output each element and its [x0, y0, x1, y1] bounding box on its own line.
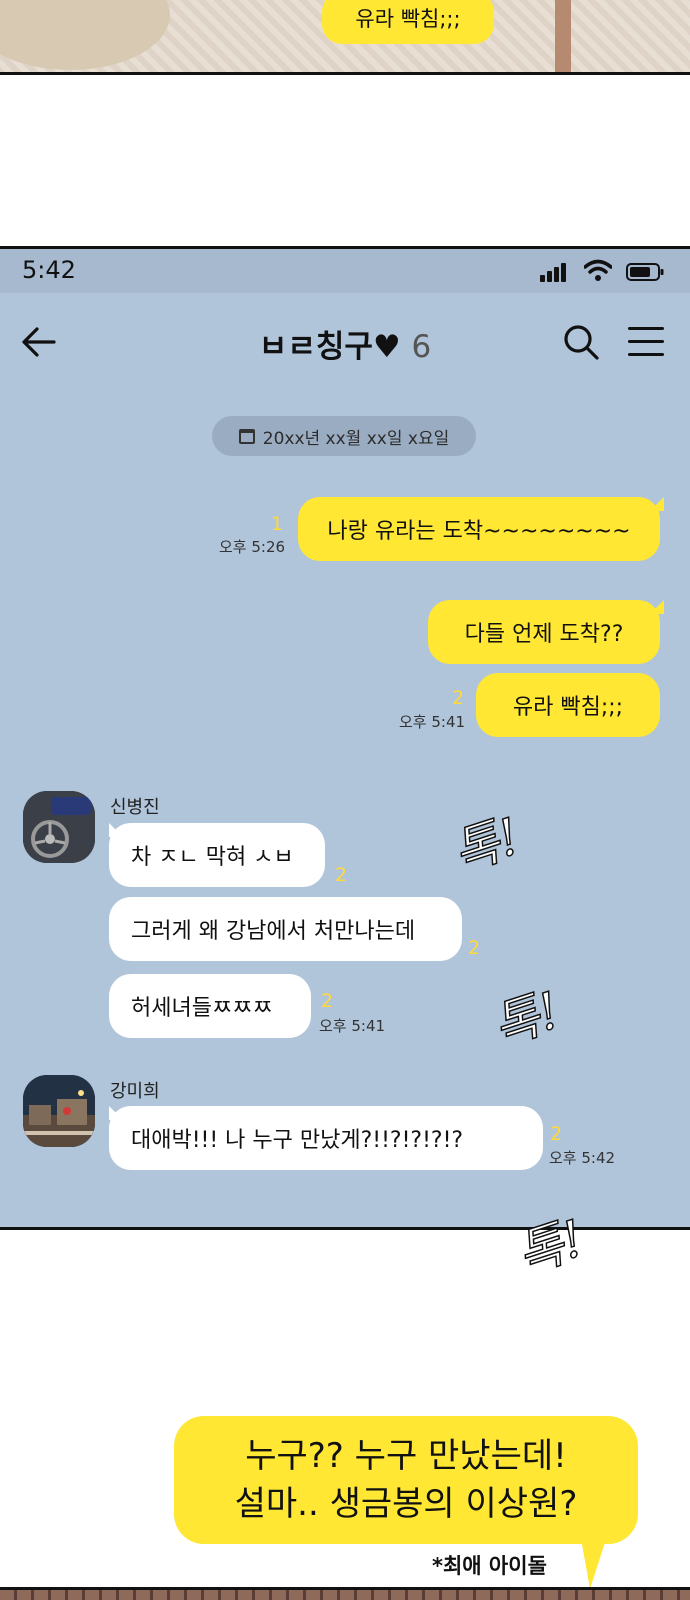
status-bar: 5:42: [0, 249, 690, 293]
car-dashboard-image: [23, 791, 95, 863]
wifi-icon: [584, 259, 612, 281]
my-message-bubble[interactable]: 나랑 유라는 도착~~~~~~~~: [298, 497, 660, 561]
calendar-icon: [238, 428, 255, 444]
battery-icon: [626, 263, 664, 281]
sound-effect: 톡!: [445, 806, 527, 883]
received-message-bubble[interactable]: 그러게 왜 강남에서 처만나는데: [109, 897, 462, 961]
chat-header: ㅂㄹ칭구♥ 6: [0, 293, 690, 393]
received-message-bubble[interactable]: 대애박!!! 나 누구 만났게?!!?!?!?!?: [109, 1106, 543, 1170]
narration-line-2: 설마.. 생금봉의 이상원?: [234, 1484, 578, 1524]
furniture-leg: [555, 0, 571, 72]
received-message-bubble[interactable]: 차 ㅈㄴ 막혀 ㅅㅂ: [109, 823, 325, 887]
bubble-tail: [109, 1106, 123, 1120]
unread-count: 2: [468, 937, 481, 959]
sender-name: 강미희: [110, 1081, 160, 1102]
menu-icon[interactable]: [628, 327, 664, 357]
unread-count: 1: [271, 513, 284, 535]
message-time: 오후 5:41: [319, 1017, 386, 1035]
unread-count: 2: [335, 864, 348, 886]
unread-count: 2: [550, 1123, 563, 1145]
bubble-tail: [650, 600, 664, 614]
narration-bubble: 누구?? 누구 만났는데! 설마.. 생금봉의 이상원?: [174, 1416, 638, 1544]
received-message-bubble[interactable]: 허세녀들ㅉㅉㅉ: [109, 974, 311, 1038]
avatar-sender-1[interactable]: [23, 791, 95, 863]
bottom-comic-panel: 톡! 누구?? 누구 만났는데! 설마.. 생금봉의 이상원? *최애 아이돌: [0, 1208, 690, 1600]
my-message-bubble[interactable]: 다들 언제 도착??: [428, 600, 660, 664]
my-message-bubble[interactable]: 유라 빡침;;;: [476, 673, 660, 737]
member-count: 6: [411, 329, 432, 365]
top-comic-panel: 유라 빡침;;;: [0, 0, 690, 75]
search-icon[interactable]: [562, 323, 600, 361]
top-speech-bubble: 유라 빡침;;;: [322, 0, 494, 44]
chat-room-name: ㅂㄹ칭구♥: [258, 329, 401, 365]
narration-line-1: 누구?? 누구 만났는데!: [245, 1436, 567, 1476]
footnote: *최애 아이돌: [432, 1554, 547, 1578]
avatar-sender-2[interactable]: [23, 1075, 95, 1147]
date-text: 20xx년 xx월 xx일 x요일: [262, 428, 450, 449]
chat-screen: 5:42 ㅂㄹ칭구♥ 6 20xx년 xx월 xx일 x요일 1 오후 5:26…: [0, 246, 690, 1230]
message-time: 오후 5:42: [549, 1149, 616, 1167]
bubble-tail: [109, 823, 123, 837]
unread-count: 2: [321, 990, 334, 1012]
message-time: 오후 5:41: [399, 713, 466, 731]
sender-name: 신병진: [110, 797, 160, 818]
date-separator: 20xx년 xx월 xx일 x요일: [212, 416, 476, 456]
status-time: 5:42: [22, 256, 76, 284]
next-panel-edge: [0, 1587, 690, 1600]
sound-effect: 톡!: [485, 980, 567, 1057]
unread-count: 2: [452, 687, 465, 709]
signal-icon: [540, 262, 572, 282]
message-time: 오후 5:26: [219, 538, 286, 556]
bubble-tail: [650, 497, 664, 511]
narration-bubble-tail: [580, 1533, 608, 1589]
night-street-image: [23, 1075, 95, 1147]
